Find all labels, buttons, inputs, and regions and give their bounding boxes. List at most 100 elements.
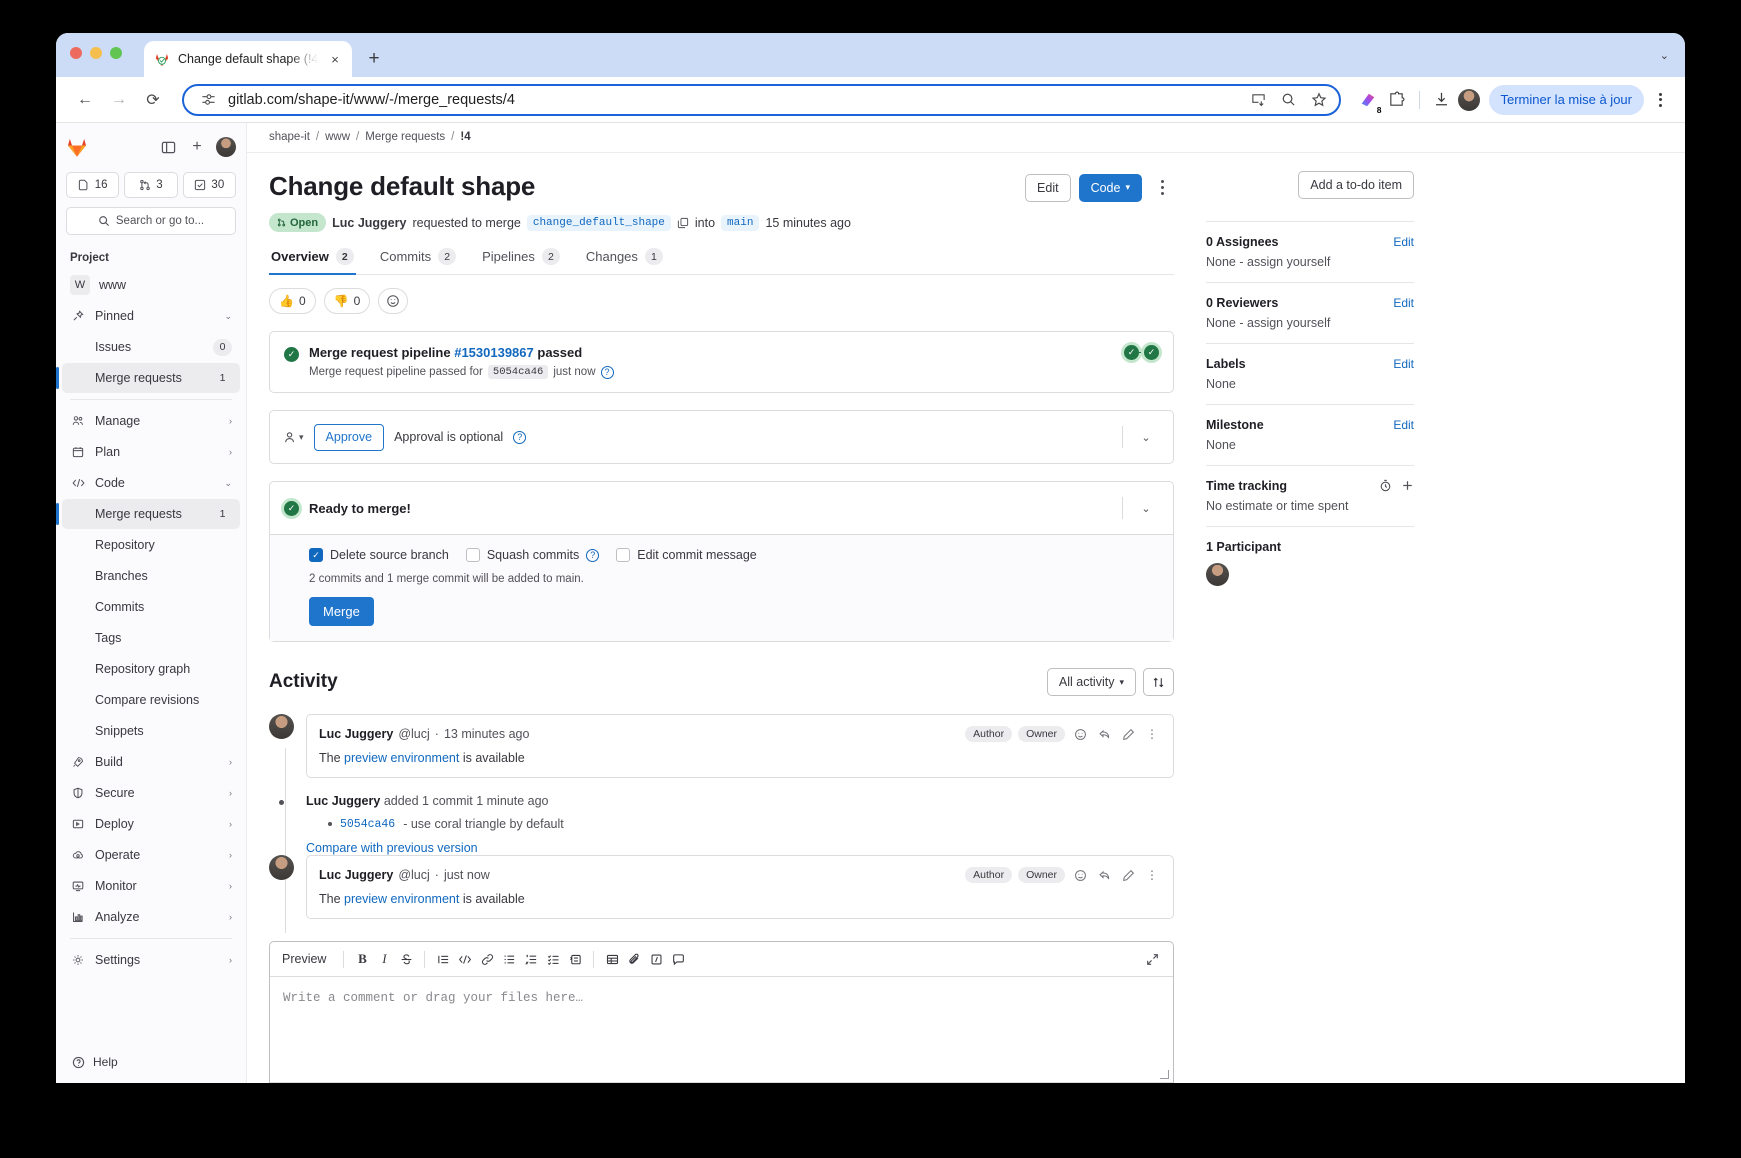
- sidebar-item-operate[interactable]: Operate ›: [62, 840, 240, 870]
- sidebar-item-compare-revisions[interactable]: Compare revisions: [62, 685, 240, 715]
- sidebar-item-build[interactable]: Build ›: [62, 747, 240, 777]
- squash-commits-option[interactable]: Squash commits ?: [465, 548, 600, 562]
- sidebar-item-repository[interactable]: Repository: [62, 530, 240, 560]
- reply-icon[interactable]: [1095, 866, 1113, 884]
- comment-input[interactable]: Write a comment or drag your files here…: [270, 977, 1173, 1082]
- pipeline-stage-icon[interactable]: ✓: [1144, 345, 1159, 360]
- collapsible-icon[interactable]: [564, 948, 586, 970]
- avatar[interactable]: [1206, 562, 1229, 586]
- merge-expand-icon[interactable]: ⌄: [1133, 495, 1159, 521]
- browser-tab[interactable]: Change default shape (!4) · M ×: [144, 41, 352, 77]
- reviewers-edit-link[interactable]: Edit: [1393, 296, 1414, 310]
- checkbox[interactable]: [616, 548, 631, 562]
- strikethrough-icon[interactable]: [395, 948, 417, 970]
- sidebar-item-secure[interactable]: Secure ›: [62, 778, 240, 808]
- system-note-author[interactable]: Luc Juggery: [306, 794, 380, 808]
- sidebar-item-snippets[interactable]: Snippets: [62, 716, 240, 746]
- checkbox[interactable]: ✓: [309, 548, 323, 562]
- resize-handle[interactable]: [1160, 1070, 1169, 1079]
- tab-commits[interactable]: Commits 2: [378, 248, 458, 274]
- install-app-icon[interactable]: [1249, 90, 1269, 110]
- comment-template-icon[interactable]: [667, 948, 689, 970]
- maximize-window-button[interactable]: [110, 47, 122, 59]
- bold-icon[interactable]: B: [351, 948, 373, 970]
- note-author[interactable]: Luc Juggery: [319, 727, 393, 741]
- search-input[interactable]: Search or go to...: [66, 207, 236, 235]
- help-icon[interactable]: ?: [600, 365, 614, 379]
- avatar[interactable]: [269, 855, 294, 880]
- activity-filter-dropdown[interactable]: All activity ▾: [1046, 668, 1136, 696]
- link-icon[interactable]: [476, 948, 498, 970]
- sidebar-item-issues[interactable]: Issues 0: [62, 332, 240, 362]
- slash-command-icon[interactable]: [645, 948, 667, 970]
- table-icon[interactable]: [601, 948, 623, 970]
- emoji-icon[interactable]: [1071, 866, 1089, 884]
- sidebar-item-branches[interactable]: Branches: [62, 561, 240, 591]
- create-new-icon[interactable]: +: [187, 137, 207, 157]
- milestone-edit-link[interactable]: Edit: [1393, 418, 1414, 432]
- downloads-icon[interactable]: [1429, 87, 1455, 113]
- avatar[interactable]: [269, 714, 294, 739]
- numbered-list-icon[interactable]: [520, 948, 542, 970]
- edit-button[interactable]: Edit: [1025, 173, 1071, 202]
- note-handle[interactable]: @lucj: [398, 727, 429, 741]
- quote-icon[interactable]: [432, 948, 454, 970]
- tab-overview[interactable]: Overview 2: [269, 248, 356, 275]
- avatar[interactable]: [1457, 88, 1480, 111]
- approval-expand-icon[interactable]: ⌄: [1133, 424, 1159, 450]
- sidebar-project[interactable]: W www: [62, 270, 240, 300]
- note-handle[interactable]: @lucj: [398, 868, 429, 882]
- code-button[interactable]: Code ▾: [1078, 173, 1142, 202]
- activity-sort-button[interactable]: [1143, 668, 1174, 696]
- preview-tab[interactable]: Preview: [280, 952, 336, 966]
- edit-icon[interactable]: [1119, 725, 1137, 743]
- mr-more-actions-icon[interactable]: [1150, 175, 1174, 201]
- sidebar-item-deploy[interactable]: Deploy ›: [62, 809, 240, 839]
- sidebar-item-tags[interactable]: Tags: [62, 623, 240, 653]
- pipeline-stages[interactable]: ✓ ✓: [1124, 345, 1159, 360]
- sidebar-help-button[interactable]: Help: [56, 1045, 246, 1083]
- close-icon[interactable]: ×: [326, 50, 344, 68]
- zoom-icon[interactable]: [1279, 90, 1299, 110]
- sidebar-item-analyze[interactable]: Analyze ›: [62, 902, 240, 932]
- thumbsdown-reaction-button[interactable]: 👎 0: [323, 288, 371, 314]
- sidebar-count-issues[interactable]: 16: [66, 172, 120, 198]
- note-more-actions-icon[interactable]: ⋮: [1143, 725, 1161, 743]
- delete-source-branch-option[interactable]: ✓ Delete source branch: [309, 548, 449, 562]
- target-branch[interactable]: main: [721, 214, 760, 231]
- labels-edit-link[interactable]: Edit: [1393, 357, 1414, 371]
- preview-environment-link[interactable]: preview environment: [344, 892, 459, 906]
- help-icon[interactable]: ?: [586, 548, 600, 562]
- gitlab-logo-icon[interactable]: [66, 136, 88, 158]
- merge-button[interactable]: Merge: [309, 597, 374, 626]
- expand-icon[interactable]: [1141, 948, 1163, 970]
- url-text[interactable]: gitlab.com/shape-it/www/-/merge_requests…: [228, 92, 1239, 108]
- italic-icon[interactable]: I: [373, 948, 395, 970]
- help-icon[interactable]: ?: [513, 430, 527, 444]
- pipeline-id-link[interactable]: #1530139867: [454, 345, 534, 360]
- tab-changes[interactable]: Changes 1: [584, 248, 665, 274]
- pipeline-stage-icon[interactable]: ✓: [1124, 345, 1139, 360]
- bookmark-star-icon[interactable]: [1309, 90, 1329, 110]
- minimize-window-button[interactable]: [90, 47, 102, 59]
- sidebar-item-commits[interactable]: Commits: [62, 592, 240, 622]
- edit-commit-message-option[interactable]: Edit commit message: [616, 548, 757, 562]
- source-branch[interactable]: change_default_shape: [526, 214, 671, 231]
- forward-icon[interactable]: →: [104, 85, 134, 115]
- new-tab-button[interactable]: +: [360, 45, 388, 73]
- compare-previous-version-link[interactable]: Compare with previous version: [306, 841, 1174, 855]
- add-todo-button[interactable]: Add a to-do item: [1298, 170, 1414, 199]
- bullet-list-icon[interactable]: [498, 948, 520, 970]
- sidebar-item-merge-requests-pinned[interactable]: Merge requests 1: [56, 363, 240, 393]
- tab-pipelines[interactable]: Pipelines 2: [480, 248, 562, 274]
- preview-environment-link[interactable]: preview environment: [344, 751, 459, 765]
- reviewers-value[interactable]: None - assign yourself: [1206, 316, 1414, 330]
- extensions-puzzle-icon[interactable]: [1384, 87, 1410, 113]
- back-icon[interactable]: ←: [70, 85, 100, 115]
- commit-sha-link[interactable]: 5054ca46: [340, 818, 395, 831]
- sidebar-count-merge-requests[interactable]: 3: [124, 172, 178, 198]
- sidebar-item-manage[interactable]: Manage ›: [62, 406, 240, 436]
- reply-icon[interactable]: [1095, 725, 1113, 743]
- approve-button[interactable]: Approve: [313, 423, 385, 451]
- note-author[interactable]: Luc Juggery: [319, 868, 393, 882]
